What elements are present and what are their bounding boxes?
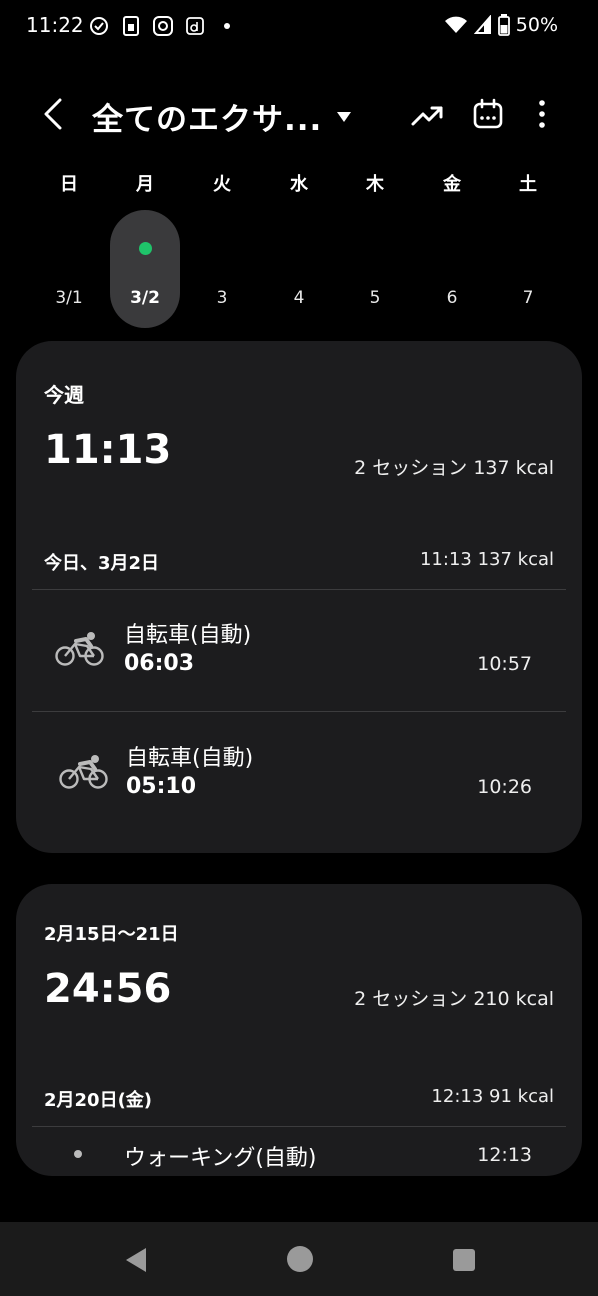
day-name: 木 xyxy=(366,174,384,195)
day-date: 7 xyxy=(522,288,534,308)
day-name: 月 xyxy=(136,174,154,195)
this-week-card: 今週 11:13 2 セッション 137 kcal 今日、3月2日 11:13 … xyxy=(16,341,582,853)
day-header-summary: 11:13 137 kcal xyxy=(419,549,554,570)
nav-home-icon[interactable] xyxy=(287,1246,313,1272)
day-name: 土 xyxy=(519,174,537,195)
day-name: 火 xyxy=(213,174,231,195)
day-header-label: 2月20日(金) xyxy=(44,1090,153,1111)
session-start-time: 10:26 xyxy=(477,776,532,798)
day-wednesday[interactable]: 水 4 xyxy=(264,170,334,308)
bicycle-icon xyxy=(55,632,104,666)
day-date: 6 xyxy=(446,288,458,308)
week-title: 今週 xyxy=(44,383,84,407)
session-start-time: 12:13 xyxy=(477,1144,532,1166)
selected-day-pill xyxy=(110,210,180,328)
week-summary: 2 セッション 210 kcal xyxy=(354,988,554,1010)
day-date: 5 xyxy=(369,288,381,308)
day-name: 日 xyxy=(60,174,78,195)
day-header-summary: 12:13 91 kcal xyxy=(431,1086,554,1107)
sim-card-icon xyxy=(120,15,142,37)
nav-recents-icon[interactable] xyxy=(453,1249,475,1271)
system-nav-bar xyxy=(0,1222,598,1296)
week-strip: 日 3/1 月 3/2 火 3 水 4 木 5 金 6 土 7 xyxy=(30,170,568,330)
d-app-icon xyxy=(184,15,206,37)
day-date: 4 xyxy=(293,288,305,308)
day-saturday[interactable]: 土 7 xyxy=(493,170,563,308)
status-right: 50% xyxy=(444,14,558,36)
notification-icons xyxy=(88,15,238,37)
page-title: 全てのエクサ... xyxy=(92,102,323,138)
day-date: 3 xyxy=(216,288,228,308)
app-bar: 全てのエクサ... xyxy=(0,80,598,150)
battery-percentage: 50% xyxy=(515,14,558,36)
divider xyxy=(32,1126,566,1127)
week-title: 2月15日～21日 xyxy=(44,924,179,945)
nav-back-icon[interactable] xyxy=(122,1246,150,1274)
activity-dot-icon xyxy=(139,242,152,255)
wifi-icon xyxy=(444,16,467,33)
session-item[interactable]: ウォーキング(自動) 12:13 xyxy=(16,1128,582,1176)
session-duration: 06:03 xyxy=(124,651,195,676)
day-sunday[interactable]: 日 3/1 xyxy=(34,170,104,308)
status-time: 11:22 xyxy=(26,13,84,37)
session-name: ウォーキング(自動) xyxy=(124,1146,317,1171)
day-date: 3/1 xyxy=(55,288,83,308)
session-item[interactable]: 自転車(自動) 05:10 10:26 xyxy=(16,714,582,834)
sync-icon xyxy=(152,15,174,37)
bicycle-icon xyxy=(59,755,108,789)
week-total-duration: 24:56 xyxy=(44,966,172,1012)
walking-icon xyxy=(74,1150,82,1158)
session-name: 自転車(自動) xyxy=(126,746,254,771)
session-item[interactable]: 自転車(自動) 06:03 10:57 xyxy=(16,591,582,711)
day-name: 水 xyxy=(290,174,308,195)
day-friday[interactable]: 金 6 xyxy=(417,170,487,308)
session-start-time: 10:57 xyxy=(477,653,532,675)
back-icon[interactable] xyxy=(38,94,70,134)
session-duration: 05:10 xyxy=(126,774,197,799)
trending-up-icon[interactable] xyxy=(410,100,444,130)
dot-icon xyxy=(216,15,238,37)
week-summary: 2 セッション 137 kcal xyxy=(354,457,554,479)
previous-week-card: 2月15日～21日 24:56 2 セッション 210 kcal 2月20日(金… xyxy=(16,884,582,1176)
day-tuesday[interactable]: 火 3 xyxy=(187,170,257,308)
day-monday-selected[interactable]: 月 3/2 xyxy=(110,170,180,328)
day-header-label: 今日、3月2日 xyxy=(44,553,160,574)
week-total-duration: 11:13 xyxy=(44,427,172,473)
divider xyxy=(32,711,566,712)
chevron-down-icon xyxy=(337,111,352,122)
more-vert-icon[interactable] xyxy=(532,98,552,130)
check-circle-icon xyxy=(88,15,110,37)
divider xyxy=(32,589,566,590)
calendar-icon[interactable] xyxy=(472,98,504,130)
status-bar: 11:22 50% xyxy=(0,0,598,52)
day-name: 金 xyxy=(443,174,461,195)
day-thursday[interactable]: 木 5 xyxy=(340,170,410,308)
battery-icon xyxy=(497,14,510,36)
screen: 11:22 50% 全てのエクサ... 日 3/1 月 3/2 火 3 水 4 … xyxy=(0,0,598,1296)
signal-icon xyxy=(473,15,491,34)
exercise-filter-dropdown[interactable]: 全てのエクサ... xyxy=(92,94,352,139)
day-date: 3/2 xyxy=(130,288,160,308)
session-name: 自転車(自動) xyxy=(124,623,252,648)
